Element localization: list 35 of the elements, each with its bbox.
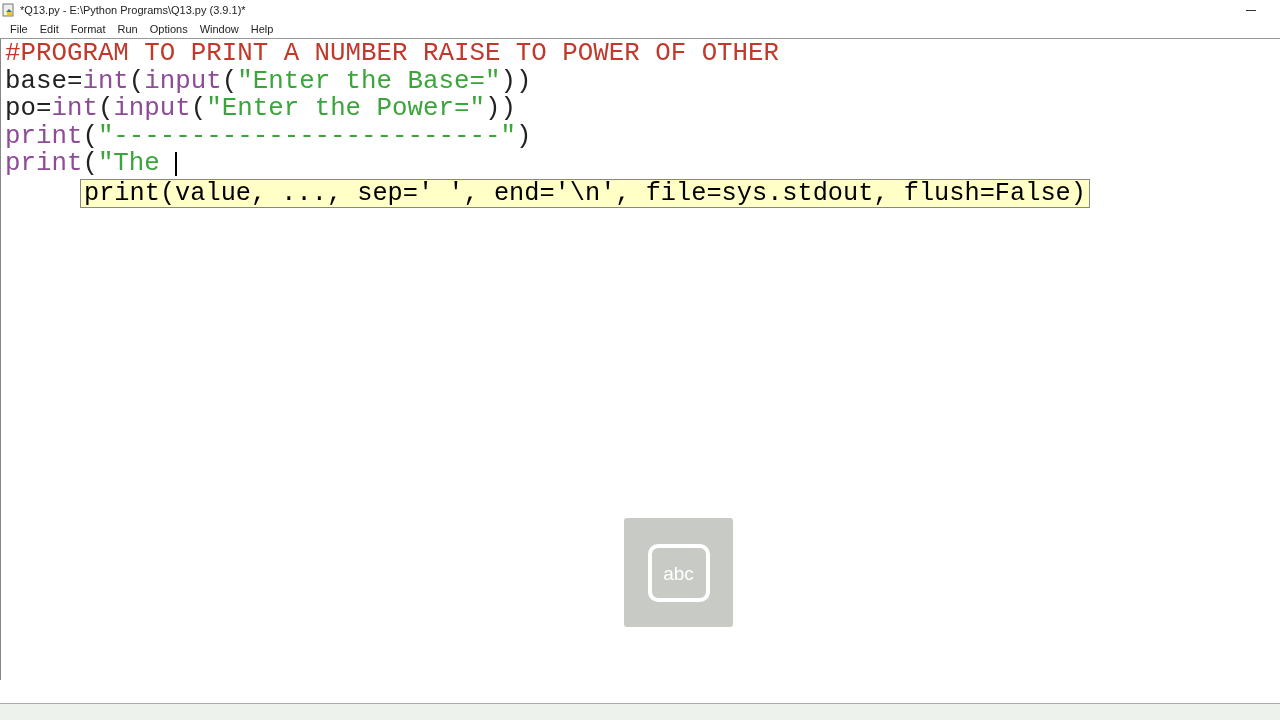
code-text: ( [97, 95, 114, 123]
code-text: ( [190, 95, 207, 123]
code-string: "Enter the Power=" [206, 95, 485, 123]
menu-item[interactable]: Format [64, 23, 112, 35]
code-string: "-------------------------" [97, 122, 516, 151]
minimize-button[interactable] [1246, 9, 1256, 11]
menu-item[interactable]: Help [244, 23, 280, 35]
menu-item[interactable]: Run [111, 23, 144, 35]
code-builtin: input [144, 67, 222, 96]
code-comment: #PROGRAM TO PRINT A NUMBER RAISE TO POWER OF OTHER [5, 40, 780, 68]
code-string: "Enter the Base=" [237, 67, 501, 96]
code-builtin: int [82, 67, 129, 96]
python-file-icon [2, 3, 16, 17]
code-builtin: int [51, 95, 98, 123]
code-text: ( [82, 122, 98, 151]
menu-item[interactable]: File [4, 23, 34, 35]
code-text: po= [5, 95, 52, 123]
code-text: base= [5, 67, 83, 96]
text-cursor [175, 152, 178, 177]
code-text: ( [82, 150, 98, 178]
code-builtin: print [5, 150, 83, 178]
code-text: )) [500, 67, 532, 96]
code-text: )) [484, 95, 516, 123]
window-title: *Q13.py - E:\Python Programs\Q13.py (3.9.1)* [20, 4, 246, 16]
code-builtin: input [113, 95, 191, 123]
keyboard-icon: abc [647, 543, 710, 602]
code-text: ) [515, 122, 532, 151]
calltip: print(value, ..., sep=' ', end='\n', file=sys.stdout, flush=False) [80, 179, 1090, 208]
menu-item[interactable]: Edit [33, 23, 65, 35]
code-builtin: print [5, 122, 83, 151]
menu-item[interactable]: Window [193, 23, 245, 35]
code-text: ( [128, 67, 145, 96]
code-string: "The [97, 150, 161, 178]
code-text: ( [221, 67, 238, 96]
menu-item[interactable]: Options [143, 23, 194, 35]
